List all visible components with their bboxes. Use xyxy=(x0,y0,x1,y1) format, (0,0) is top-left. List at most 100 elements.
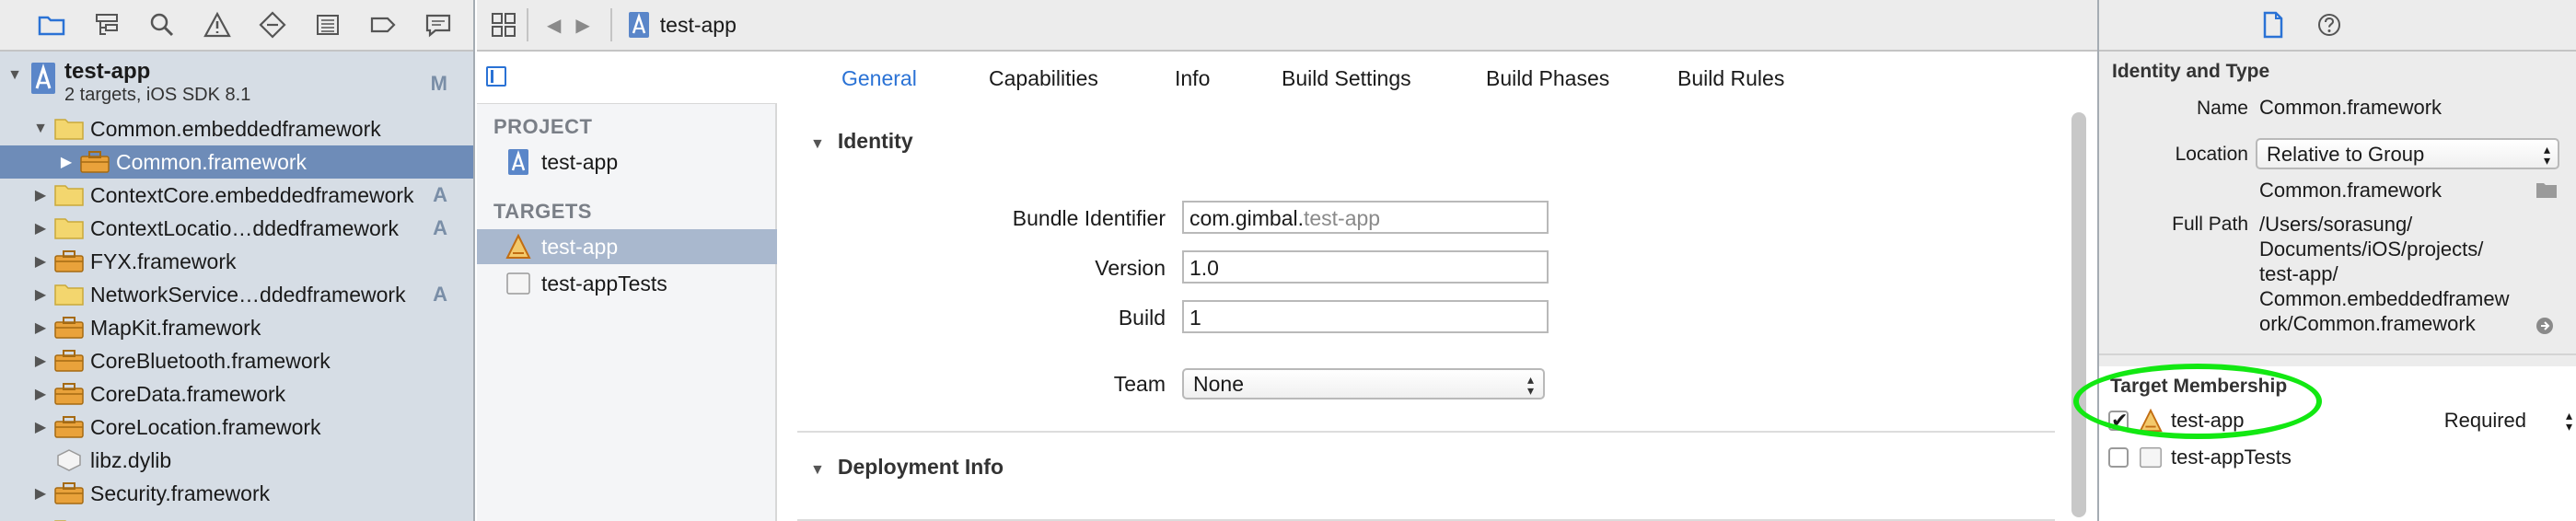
disclosure-expanded-icon[interactable]: ▼ xyxy=(6,66,24,85)
forward-arrow-icon[interactable]: ▶ xyxy=(575,14,589,37)
framework-toolbox-icon xyxy=(54,350,84,372)
target-item[interactable]: test-appTests xyxy=(477,266,777,301)
dylib-icon xyxy=(57,449,81,471)
reveal-in-finder-arrow-icon[interactable] xyxy=(2535,317,2554,335)
xcode-project-icon xyxy=(31,63,55,94)
tab-build-phases[interactable]: Build Phases xyxy=(1486,66,1609,91)
disclosure-collapsed-icon[interactable]: ▶ xyxy=(57,153,75,171)
nav-item-label: Common.embeddedframework xyxy=(90,116,381,141)
nav-item[interactable]: ▶ CoreBluetooth.framework xyxy=(0,344,473,377)
team-popup-value: None xyxy=(1193,372,1244,396)
project-item[interactable]: test-app xyxy=(477,145,777,179)
location-file: Common.framework xyxy=(2259,179,2443,202)
jump-bar: ◀ ▶ test-app xyxy=(477,0,2097,52)
team-label: Team xyxy=(1113,372,1166,396)
disclosure-expanded-icon[interactable]: ▼ xyxy=(31,120,50,138)
nav-item[interactable]: ▶ libz.dylib xyxy=(0,444,473,477)
framework-toolbox-icon xyxy=(54,317,84,339)
membership-target-name: test-app xyxy=(2171,409,2245,432)
disclosure-expanded-icon: ▼ xyxy=(810,136,825,152)
popup-arrows-icon: ▴ ▾ xyxy=(2543,142,2550,168)
popup-arrows-icon[interactable]: ▴ ▾ xyxy=(2566,409,2572,433)
nav-item-label: MapKit.framework xyxy=(90,315,261,340)
list-icon[interactable] xyxy=(300,0,355,51)
membership-row[interactable]: test-app Required ▴▾ xyxy=(2099,403,2576,438)
identity-section-title: Identity xyxy=(837,129,913,153)
bundle-identifier-prefix: com.gimbal. xyxy=(1189,206,1304,230)
tab-build-rules[interactable]: Build Rules xyxy=(1677,66,1784,91)
nav-item-label: Common.framework xyxy=(116,149,307,174)
nav-item-partial[interactable]: ▶ xyxy=(0,514,473,521)
editor-tabs: General Capabilities Info Build Settings… xyxy=(477,53,2097,103)
warning-icon[interactable] xyxy=(190,0,245,51)
disclosure-collapsed-icon[interactable]: ▶ xyxy=(31,352,50,370)
nav-item[interactable]: ▶ ContextCore.embeddedframework A xyxy=(0,179,473,212)
nav-item[interactable]: ▶ NetworkService…ddedframework A xyxy=(0,278,473,311)
divider xyxy=(609,8,612,41)
disclosure-collapsed-icon[interactable]: ▶ xyxy=(31,186,50,204)
membership-row[interactable]: test-appTests xyxy=(2099,440,2576,475)
breadcrumb[interactable]: test-app xyxy=(660,13,737,38)
tab-capabilities[interactable]: Capabilities xyxy=(989,66,1098,91)
identity-section-toggle[interactable]: ▼ Identity xyxy=(810,129,913,154)
nav-item[interactable]: ▶ Security.framework xyxy=(0,477,473,510)
nav-item[interactable]: ▶ ContextLocatio…ddedframework A xyxy=(0,212,473,245)
popup-arrows-icon: ▴ ▾ xyxy=(1526,372,1534,398)
disclosure-collapsed-icon[interactable]: ▶ xyxy=(31,484,50,503)
nav-item[interactable]: ▶ CoreData.framework xyxy=(0,377,473,411)
nav-item[interactable]: ▶ CoreLocation.framework xyxy=(0,411,473,444)
hierarchy-icon[interactable] xyxy=(79,0,134,51)
related-items-grid-icon[interactable] xyxy=(490,11,517,39)
file-inspector-icon[interactable] xyxy=(2257,10,2287,40)
disclosure-collapsed-icon[interactable]: ▶ xyxy=(31,252,50,271)
identity-type-header: Identity and Type xyxy=(2112,61,2270,82)
tab-build-settings[interactable]: Build Settings xyxy=(1282,66,1411,91)
quick-help-icon[interactable] xyxy=(2315,10,2344,40)
nav-item-label: CoreBluetooth.framework xyxy=(90,348,331,373)
disclosure-collapsed-icon[interactable]: ▶ xyxy=(31,318,50,337)
nav-item[interactable]: ▼ Common.embeddedframework xyxy=(0,112,473,145)
name-value[interactable]: Common.framework xyxy=(2259,96,2442,120)
team-popup[interactable]: None ▴ ▾ xyxy=(1182,368,1545,399)
target-list-toggle-icon[interactable] xyxy=(486,66,506,87)
location-popup[interactable]: Relative to Group ▴ ▾ xyxy=(2256,138,2559,169)
full-path-line: ork/Common.framework xyxy=(2259,312,2476,335)
breakpoint-diamond-icon[interactable] xyxy=(245,0,300,51)
target-item-selected[interactable]: test-app xyxy=(477,229,777,264)
tab-info[interactable]: Info xyxy=(1175,66,1210,91)
framework-toolbox-icon xyxy=(54,250,84,272)
membership-checkbox[interactable] xyxy=(2108,447,2129,468)
project-root-row[interactable]: ▼ test-app 2 targets, iOS SDK 8.1 M xyxy=(0,59,473,110)
membership-role[interactable]: Required xyxy=(2444,409,2526,433)
deployment-section-toggle[interactable]: ▼ Deployment Info xyxy=(810,455,1004,480)
nav-item-label: ContextLocatio…ddedframework xyxy=(90,215,399,240)
nav-item-label: NetworkService…ddedframework xyxy=(90,282,406,307)
disclosure-collapsed-icon[interactable]: ▶ xyxy=(31,219,50,237)
folder-browse-icon[interactable] xyxy=(2535,180,2558,199)
project-name: test-app xyxy=(64,59,151,84)
app-target-icon xyxy=(2139,408,2163,433)
build-field[interactable]: 1 xyxy=(1182,300,1549,333)
nav-item[interactable]: ▶ MapKit.framework xyxy=(0,311,473,344)
folder-icon[interactable] xyxy=(24,0,79,51)
app-target-icon xyxy=(505,233,531,259)
speech-bubble-icon[interactable] xyxy=(411,0,466,51)
membership-checkbox[interactable] xyxy=(2108,409,2129,433)
disclosure-collapsed-icon[interactable]: ▶ xyxy=(31,385,50,403)
location-popup-value: Relative to Group xyxy=(2267,143,2425,166)
vertical-scrollbar[interactable] xyxy=(2071,112,2086,517)
back-arrow-icon[interactable]: ◀ xyxy=(547,14,561,37)
full-path-value: /Users/sorasung/ Documents/iOS/projects/… xyxy=(2259,212,2509,336)
search-icon[interactable] xyxy=(134,0,190,51)
full-path-line: /Users/sorasung/ xyxy=(2259,213,2413,236)
nav-item-selected[interactable]: ▶ Common.framework xyxy=(0,145,473,179)
version-field[interactable]: 1.0 xyxy=(1182,250,1549,284)
tab-general[interactable]: General xyxy=(841,66,917,91)
disclosure-collapsed-icon[interactable]: ▶ xyxy=(31,418,50,436)
tag-icon[interactable] xyxy=(355,0,411,51)
disclosure-collapsed-icon[interactable]: ▶ xyxy=(31,285,50,304)
full-path-line: Documents/iOS/projects/ xyxy=(2259,237,2484,260)
nav-item[interactable]: ▶ FYX.framework xyxy=(0,245,473,278)
bundle-identifier-field[interactable]: com.gimbal.test-app xyxy=(1182,201,1549,234)
full-path-line: Common.embeddedframew xyxy=(2259,287,2510,310)
